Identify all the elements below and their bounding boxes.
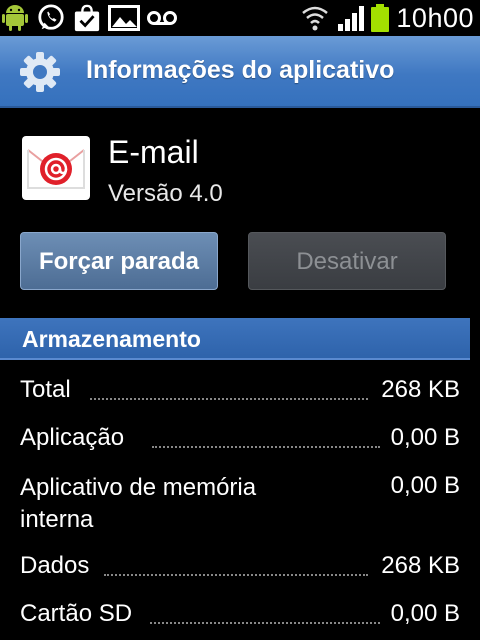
android-icon: [2, 5, 28, 31]
wifi-icon: [302, 6, 328, 31]
dotted-leader: [150, 622, 380, 624]
battery-icon: [371, 4, 389, 32]
row-value: 0,00 B: [390, 424, 460, 451]
settings-gear-icon: [20, 52, 60, 92]
force-stop-button[interactable]: Forçar parada: [20, 232, 218, 290]
gallery-icon: [108, 5, 140, 31]
whatsapp-icon: [38, 4, 64, 30]
row-label: Cartão SD: [20, 600, 133, 627]
bag-check-icon: [74, 4, 100, 32]
storage-row-data: Dados 268 KB: [20, 552, 460, 582]
row-value: 268 KB: [381, 552, 460, 579]
storage-row-sd-card: Cartão SD 0,00 B: [20, 600, 460, 630]
storage-section-header: Armazenamento: [0, 318, 470, 360]
storage-row-application: Aplicação 0,00 B: [20, 424, 460, 454]
row-value: 268 KB: [381, 376, 460, 403]
row-label: Aplicativo de memória interna: [20, 474, 257, 533]
dotted-leader: [104, 574, 368, 576]
row-label: Dados: [20, 552, 90, 579]
storage-row-internal: Aplicativo de memória interna 0,00 B: [20, 472, 460, 536]
row-label: Aplicação: [20, 424, 125, 451]
email-icon: [22, 136, 90, 200]
storage-row-total: Total 268 KB: [20, 376, 460, 406]
row-value: 0,00 B: [390, 600, 460, 627]
title-bar: Informações do aplicativo: [0, 36, 480, 108]
section-title: Armazenamento: [22, 326, 201, 352]
signal-icon: [338, 6, 364, 31]
app-version: Versão 4.0: [108, 180, 223, 207]
status-time: 10h00: [396, 3, 474, 33]
dotted-leader: [90, 398, 368, 400]
status-bar: 10h00: [0, 0, 480, 36]
row-label: Total: [20, 376, 71, 403]
app-name: E-mail: [108, 134, 199, 170]
page-title: Informações do aplicativo: [86, 56, 395, 84]
dotted-leader: [152, 446, 380, 448]
row-value: 0,00 B: [390, 472, 460, 499]
disable-button[interactable]: Desativar: [248, 232, 446, 290]
voicemail-icon: [147, 11, 177, 25]
